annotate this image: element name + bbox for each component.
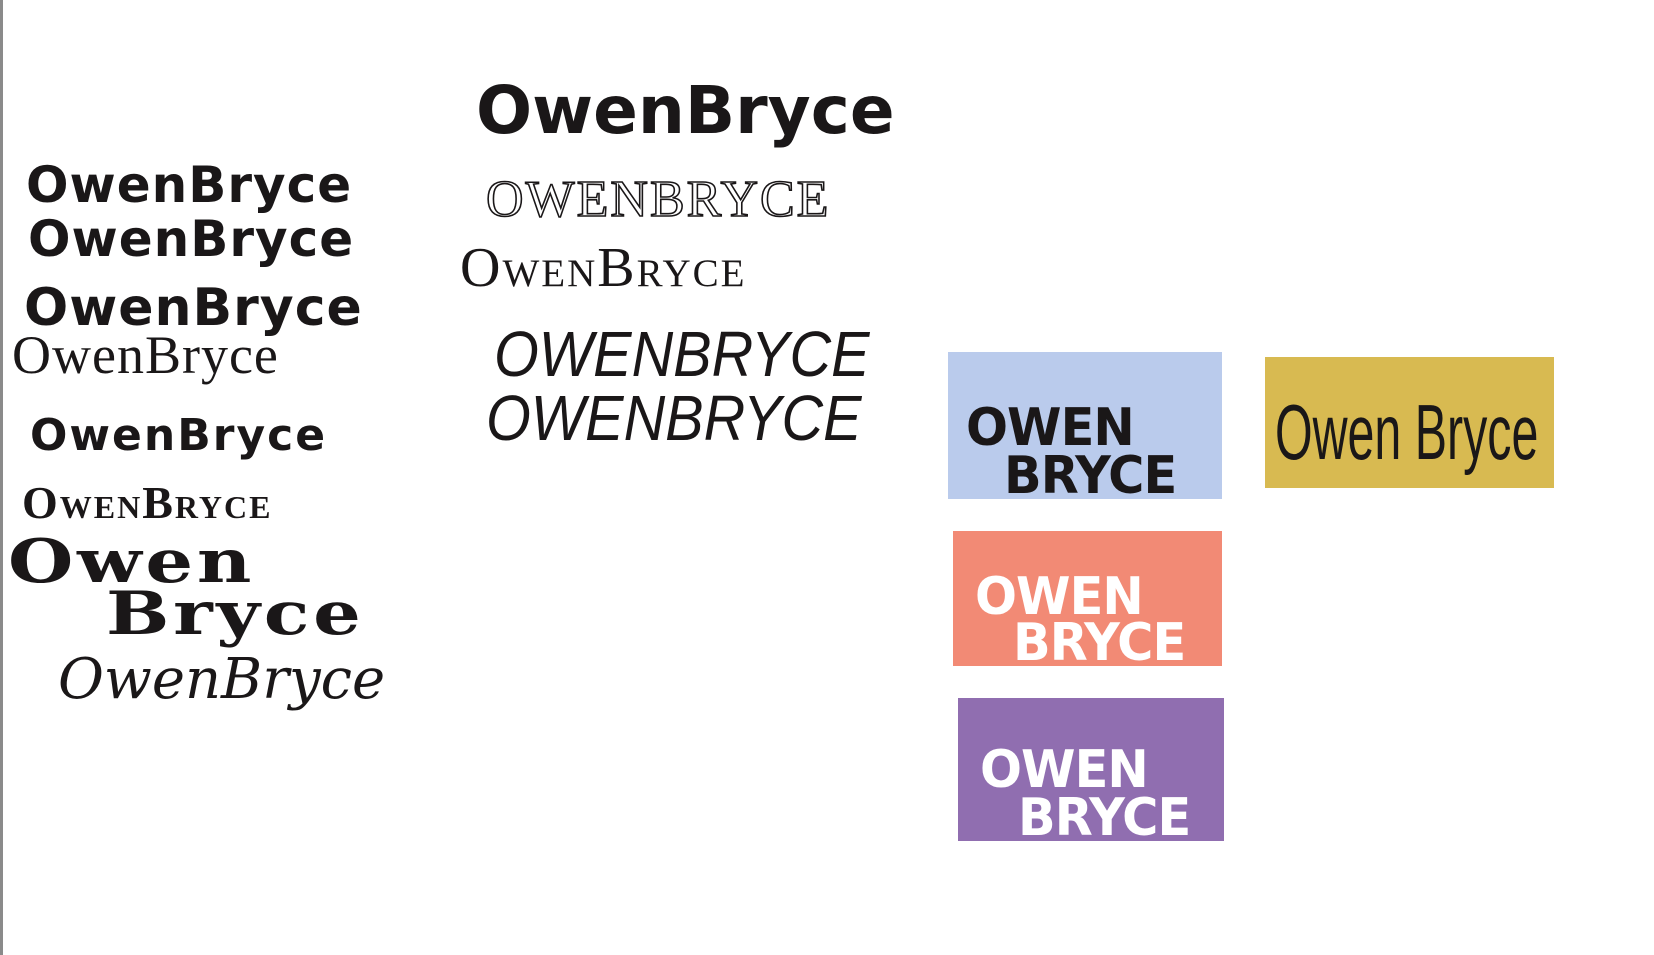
logo-block-salmon-line-2: BRYCE: [1013, 613, 1186, 666]
logo-block-blue-line-2: BRYCE: [1004, 446, 1177, 499]
logo-block-purple: OWEN BRYCE: [958, 698, 1224, 841]
logo-block-blue: OWEN BRYCE: [948, 352, 1222, 499]
wordmark-sample-script: OwenBryce: [58, 647, 386, 712]
wordmark-sample-italic-2: OWENBRYCE: [486, 382, 862, 454]
wordmark-sample-smallcaps: OwenBryce: [460, 237, 747, 299]
wordmark-sample-heavy: OwenBryce: [476, 72, 895, 149]
wordmark-sample-outline: OWENBRYCE: [485, 171, 831, 228]
logo-block-purple-line-2: BRYCE: [1018, 788, 1191, 841]
wordmark-sample-italic-1: OWENBRYCE: [494, 318, 870, 390]
logo-block-gold-text: Owen Bryce: [1275, 388, 1539, 476]
logo-block-gold: Owen Bryce: [1265, 357, 1554, 488]
wordmark-sample-7-line-2: Bryce: [106, 579, 365, 649]
wordmark-sample-5: OwenBryce: [30, 410, 328, 461]
wordmark-sample-4: OwenBryce: [12, 325, 279, 385]
wordmark-sample-2: OwenBryce: [28, 210, 355, 268]
wordmark-sample-1: OwenBryce: [26, 156, 353, 214]
logo-block-salmon: OWEN BRYCE: [953, 531, 1222, 666]
canvas-left-border: [0, 0, 3, 955]
wordmark-sample-6: OwenBryce: [22, 477, 273, 528]
